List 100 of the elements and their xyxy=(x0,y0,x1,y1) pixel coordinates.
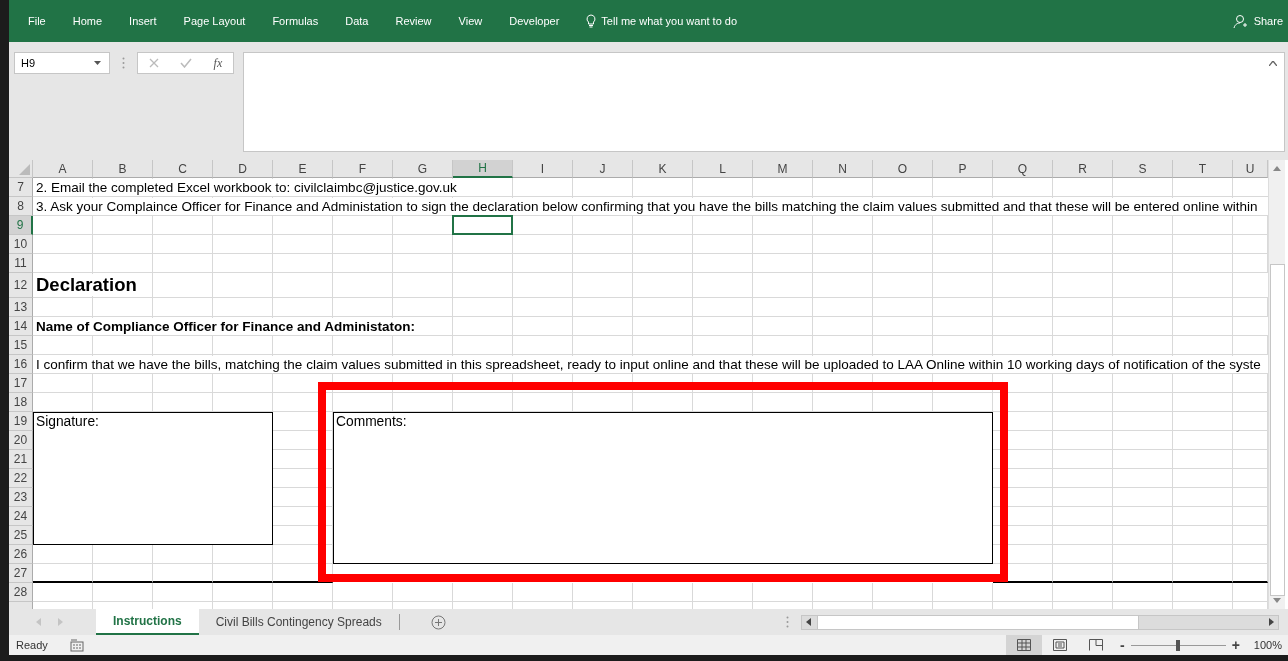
table-cell[interactable] xyxy=(993,298,1053,317)
table-cell[interactable] xyxy=(273,298,333,317)
table-cell[interactable] xyxy=(753,254,813,273)
table-cell[interactable] xyxy=(1053,526,1113,545)
table-cell[interactable] xyxy=(273,393,333,412)
table-cell[interactable] xyxy=(813,583,873,602)
table-cell[interactable] xyxy=(333,336,393,355)
column-header[interactable]: D xyxy=(213,160,273,178)
zoom-out-button[interactable]: - xyxy=(1120,637,1125,653)
cancel-icon[interactable] xyxy=(148,58,159,68)
table-cell[interactable] xyxy=(213,374,273,393)
table-cell[interactable] xyxy=(333,583,393,602)
row-header[interactable]: 14 xyxy=(9,317,33,336)
table-cell[interactable] xyxy=(153,336,213,355)
table-cell[interactable] xyxy=(33,336,93,355)
table-cell[interactable] xyxy=(873,336,933,355)
table-cell[interactable] xyxy=(93,254,153,273)
table-cell[interactable] xyxy=(933,583,993,602)
add-sheet-icon[interactable] xyxy=(430,614,446,630)
select-all-icon[interactable] xyxy=(19,164,30,175)
table-cell[interactable] xyxy=(873,235,933,254)
table-cell[interactable] xyxy=(1113,526,1173,545)
table-cell[interactable] xyxy=(93,564,153,583)
table-cell[interactable] xyxy=(1053,583,1113,602)
macro-recorder-icon[interactable] xyxy=(69,638,84,652)
table-cell[interactable] xyxy=(753,583,813,602)
table-cell[interactable] xyxy=(693,254,753,273)
table-cell[interactable] xyxy=(1113,298,1173,317)
table-cell[interactable] xyxy=(633,298,693,317)
table-cell[interactable] xyxy=(393,583,453,602)
collapse-caret-icon[interactable] xyxy=(1269,61,1277,66)
column-header[interactable]: B xyxy=(93,160,153,178)
table-cell[interactable] xyxy=(273,216,333,235)
table-cell[interactable] xyxy=(333,374,393,393)
table-cell[interactable] xyxy=(993,235,1053,254)
table-cell[interactable] xyxy=(453,336,513,355)
ribbon-tab[interactable]: File xyxy=(28,15,46,27)
table-cell[interactable] xyxy=(1113,583,1173,602)
table-cell[interactable] xyxy=(1113,564,1173,583)
table-cell[interactable] xyxy=(993,564,1053,583)
table-cell[interactable] xyxy=(393,254,453,273)
table-cell[interactable] xyxy=(33,374,93,393)
normal-view-button[interactable] xyxy=(1006,635,1042,655)
table-cell[interactable] xyxy=(453,583,513,602)
ribbon-tab[interactable]: Developer xyxy=(509,15,560,27)
table-cell[interactable] xyxy=(213,298,273,317)
ribbon-tab[interactable]: Data xyxy=(345,15,369,27)
table-cell[interactable] xyxy=(873,298,933,317)
table-cell[interactable] xyxy=(933,235,993,254)
table-cell[interactable] xyxy=(633,235,693,254)
table-cell[interactable] xyxy=(813,298,873,317)
table-cell[interactable] xyxy=(213,254,273,273)
table-cell[interactable] xyxy=(693,298,753,317)
table-cell[interactable] xyxy=(513,235,573,254)
insert-function-button[interactable]: fx xyxy=(213,55,223,71)
row-header[interactable]: 27 xyxy=(9,564,33,583)
comments-box[interactable]: Comments: xyxy=(333,412,993,564)
table-cell[interactable] xyxy=(1173,450,1233,469)
table-cell[interactable] xyxy=(453,235,513,254)
table-cell[interactable] xyxy=(333,235,393,254)
table-cell[interactable] xyxy=(33,216,93,235)
column-header[interactable]: K xyxy=(633,160,693,178)
table-cell[interactable] xyxy=(93,298,153,317)
signature-box[interactable]: Signature: xyxy=(33,412,273,545)
row-header[interactable]: 22 xyxy=(9,469,33,488)
table-cell[interactable] xyxy=(513,216,573,235)
table-cell[interactable] xyxy=(633,374,693,393)
table-cell[interactable] xyxy=(33,564,93,583)
table-cell[interactable] xyxy=(273,336,333,355)
table-cell[interactable] xyxy=(1113,450,1173,469)
table-cell[interactable] xyxy=(1113,374,1173,393)
table-cell[interactable] xyxy=(1113,431,1173,450)
table-cell[interactable] xyxy=(33,254,93,273)
column-header[interactable]: E xyxy=(273,160,333,178)
table-cell[interactable] xyxy=(513,336,573,355)
table-cell[interactable] xyxy=(1113,235,1173,254)
table-cell[interactable] xyxy=(633,254,693,273)
sheet-tab[interactable]: Civil Bills Contingency Spreads xyxy=(198,609,399,635)
row-header[interactable]: 13 xyxy=(9,298,33,317)
row-header[interactable]: 28 xyxy=(9,583,33,602)
ribbon-tab[interactable]: Insert xyxy=(129,15,157,27)
table-cell[interactable] xyxy=(573,235,633,254)
row-header[interactable]: 15 xyxy=(9,336,33,355)
table-cell[interactable] xyxy=(1053,450,1113,469)
table-cell[interactable] xyxy=(1053,545,1113,564)
table-cell[interactable] xyxy=(753,336,813,355)
table-cell[interactable] xyxy=(1053,298,1113,317)
zoom-level[interactable]: 100% xyxy=(1253,639,1282,651)
table-cell[interactable] xyxy=(573,298,633,317)
row-header[interactable]: 21 xyxy=(9,450,33,469)
row-header[interactable]: 20 xyxy=(9,431,33,450)
column-header[interactable]: L xyxy=(693,160,753,178)
table-cell[interactable] xyxy=(153,298,213,317)
table-cell[interactable] xyxy=(1173,564,1233,583)
sheet-tab[interactable]: Instructions xyxy=(96,609,199,635)
table-cell[interactable] xyxy=(273,583,333,602)
table-cell[interactable] xyxy=(33,235,93,254)
table-cell[interactable] xyxy=(753,374,813,393)
ribbon-tab[interactable]: View xyxy=(458,15,483,27)
table-cell[interactable] xyxy=(393,235,453,254)
